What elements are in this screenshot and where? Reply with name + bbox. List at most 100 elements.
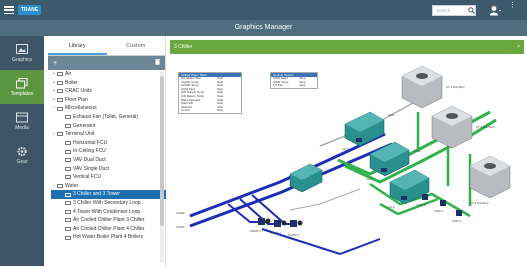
page-title: Graphics Manager (0, 20, 527, 36)
tree-node-label: Terminal Unit (65, 131, 95, 138)
tree-node-label: Air (65, 71, 72, 77)
chwp-1-label: CHWP-1 (250, 229, 262, 233)
menu-icon[interactable] (4, 5, 14, 15)
tree-node-label: CRAC Units (65, 88, 92, 95)
chiller-plant-diagram: Chilled Water Plant CH Status Run StopCHW… (176, 65, 511, 256)
add-icon[interactable]: + (53, 60, 57, 67)
cws-label: CWS (388, 113, 395, 117)
image-icon (16, 43, 28, 54)
panel-tabs: Library Custom (48, 36, 165, 56)
tree-node[interactable]: − Miscellaneous (51, 104, 166, 113)
folder-icon (57, 184, 63, 189)
tree-node[interactable]: Horizontal FCU (51, 139, 166, 148)
tree-node[interactable]: Vertical FCU (51, 173, 166, 182)
sidebar-item-media[interactable]: Media (0, 104, 44, 138)
tree-node-label: Air Cooled Chiller Plant 3 Chiller (73, 217, 145, 224)
tower-3-status: CT-3 Run/Stop (470, 201, 489, 205)
tree-node-label: Exhaust Fan (Toilet, General) (73, 113, 139, 120)
sidebar-item-label: Gear (16, 158, 28, 165)
tree-node-label: Water (65, 182, 79, 189)
template-icon (65, 175, 71, 180)
tree-node-label: VAV Single Duct (73, 165, 110, 172)
template-tree: + Air + Boiler + CRAC Units + Floor Plan − Miscel… (48, 70, 166, 266)
tree-node[interactable]: Hot Water Boiler Plant 4 Boilers (51, 233, 166, 242)
tree-node-label: Horizontal FCU (73, 139, 108, 146)
tree-node[interactable]: + Floor Plan (51, 96, 166, 105)
gear-icon (17, 146, 27, 156)
tab-custom[interactable]: Custom (107, 36, 166, 55)
tree-node[interactable]: VAV Dual Duct (51, 156, 166, 165)
tree-node-label: Floor Plan (65, 96, 88, 103)
tower-1-status: CT-1 Run/Stop (446, 85, 465, 89)
library-panel: Library Custom + + Air + Boiler + CRAC Units +… (48, 36, 166, 266)
template-icon (65, 209, 71, 214)
template-icon (65, 235, 71, 240)
tree-node[interactable]: VAV Single Duct (51, 165, 166, 174)
tree-node[interactable]: Air Cooled Chiller Plant 3 Chiller (51, 216, 166, 225)
search-icon[interactable] (466, 5, 477, 16)
tree-node[interactable]: + CRAC Units (51, 87, 166, 96)
tree-node[interactable]: Exhaust Fan (Toilet, General) (51, 113, 166, 122)
canvas-title: 3 Chiller (174, 44, 193, 50)
folder-icon (57, 80, 63, 85)
template-icon (65, 158, 71, 163)
sidebar-item-label: Media (15, 124, 29, 131)
template-icon (65, 123, 71, 128)
sidebar: Graphics Templates Media Gear (0, 36, 44, 266)
template-icon (65, 149, 71, 154)
sidebar-item-graphics[interactable]: Graphics (0, 36, 44, 70)
tree-node-label: Boiler (65, 79, 78, 86)
tree-node-label: 4 Tower With Condenser Loop (73, 208, 141, 215)
tree-node-label: 3 Chiller With Secondary Loop (73, 199, 141, 206)
folder-icon (57, 89, 63, 94)
tree-node-label: Air Cooled Chiller Plant 4 Chiller (73, 225, 145, 232)
tree-node-label: 3 Chiller and 3 Tower (73, 191, 120, 198)
tree-node[interactable]: 3 Chiller With Secondary Loop (51, 199, 166, 208)
tree-toolbar: + (48, 56, 165, 70)
tree-node-label: Generator (73, 122, 96, 129)
delete-icon[interactable] (155, 59, 160, 67)
tree-node[interactable]: Air Cooled Chiller Plant 4 Chiller (51, 225, 166, 234)
sidebar-item-label: Graphics (11, 56, 32, 63)
sidebar-item-label: Templates (10, 90, 34, 97)
sidebar-item-gear[interactable]: Gear (0, 138, 44, 172)
more-icon[interactable]: ⋮ (509, 2, 516, 9)
tree-node[interactable]: + Air (51, 70, 166, 79)
tree-node[interactable]: In-Ceiling FCU (51, 147, 166, 156)
close-icon[interactable]: × (517, 40, 520, 54)
tree-node-label: Hot Water Boiler Plant 4 Boilers (73, 234, 144, 241)
cwp-2-label: CWP-2 (434, 209, 444, 213)
cwp-3-label: CWP-3 (452, 219, 462, 223)
tree-node-label: VAV Dual Duct (73, 156, 106, 163)
tree-node-label: Vertical FCU (73, 174, 102, 181)
tree-node[interactable]: 4 Tower With Condenser Loop (51, 208, 166, 217)
template-icon (65, 166, 71, 171)
template-icon (65, 201, 71, 206)
tree-node[interactable]: − Water (51, 182, 166, 191)
canvas-header: 3 Chiller × (170, 40, 524, 54)
tower-2-status: CT-2 Run/Stop (476, 125, 495, 129)
folder-icon (57, 98, 63, 103)
template-icon (65, 141, 71, 146)
template-icon (65, 226, 71, 231)
template-icon (65, 218, 71, 223)
tree-node[interactable]: + Boiler (51, 79, 166, 88)
cwr-label: CWR (414, 149, 421, 153)
sidebar-item-templates[interactable]: Templates (0, 70, 44, 104)
chwp-2-label: CHWP-2 (270, 231, 282, 235)
tab-library[interactable]: Library (48, 36, 107, 55)
tree-node[interactable]: Generator (51, 122, 166, 131)
tree-scrollbar[interactable] (160, 72, 164, 262)
tree-node[interactable]: − Terminal Unit (51, 130, 166, 139)
template-icon (65, 115, 71, 120)
chws-label: CHWS (176, 225, 185, 229)
tree-node-label: In-Ceiling FCU (73, 148, 106, 155)
folder-icon (57, 132, 63, 137)
template-icon (65, 192, 71, 197)
tree-node[interactable]: 3 Chiller and 3 Tower (51, 190, 166, 199)
user-icon[interactable] (489, 5, 501, 16)
graphic-canvas: Chilled Water Plant CH Status Run Stop CHW… (170, 54, 524, 266)
media-icon (16, 112, 28, 122)
chiller-2-label: CH-2 (366, 177, 373, 181)
chiller-3-label: CH-3 (388, 205, 395, 209)
